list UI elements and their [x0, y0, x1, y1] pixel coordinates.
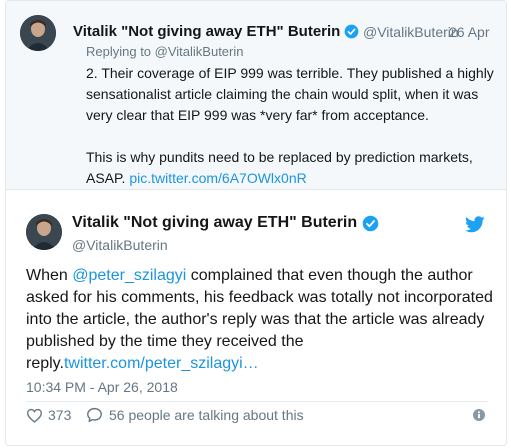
parent-media-link[interactable]: pic.twitter.com/6A7OWlx0nR [129, 170, 306, 186]
talking-count-label: 56 people are talking about this [109, 407, 304, 423]
like-count: 373 [48, 407, 72, 423]
main-text-before: When [26, 267, 73, 284]
main-tweet-link[interactable]: twitter.com/peter_szilagyi… [64, 355, 259, 372]
replying-to-line: Replying to @VitalikButerin [86, 44, 244, 59]
main-tweet-text: When @peter_szilagyi complained that eve… [26, 265, 496, 375]
replying-to-link[interactable]: @VitalikButerin [155, 44, 244, 59]
twitter-bird-icon[interactable] [465, 216, 485, 233]
main-avatar[interactable] [26, 214, 62, 250]
parent-paragraph-1: 2. Their coverage of EIP 999 was terribl… [86, 65, 494, 123]
conversation-link[interactable]: 56 people are talking about this [86, 407, 304, 423]
parent-date[interactable]: 26 Apr [449, 24, 489, 40]
parent-handle[interactable]: @VitalikButerin [363, 24, 459, 40]
main-author-name[interactable]: Vitalik "Not giving away ETH" Buterin [72, 214, 357, 232]
embedded-tweet-card: Vitalik "Not giving away ETH" Buterin @V… [5, 0, 507, 446]
verified-badge-icon [362, 215, 379, 232]
mention-link[interactable]: @peter_szilagyi [72, 267, 186, 284]
info-icon[interactable] [473, 409, 485, 421]
replying-to-label: Replying to [86, 44, 155, 59]
main-handle[interactable]: @VitalikButerin [72, 237, 168, 253]
heart-icon [26, 408, 43, 423]
speech-bubble-icon [86, 407, 103, 423]
parent-tweet-text: 2. Their coverage of EIP 999 was terribl… [86, 63, 501, 189]
like-button[interactable]: 373 [26, 407, 71, 423]
parent-author-name[interactable]: Vitalik "Not giving away ETH" Buterin [73, 23, 340, 40]
parent-tweet[interactable]: Vitalik "Not giving away ETH" Buterin @V… [6, 1, 506, 190]
parent-paragraph-2: This is why pundits need to be replaced … [86, 147, 501, 189]
tweet-timestamp[interactable]: 10:34 PM - Apr 26, 2018 [26, 379, 178, 395]
parent-avatar[interactable] [20, 15, 56, 51]
verified-badge-icon [344, 24, 359, 39]
divider [26, 401, 488, 402]
